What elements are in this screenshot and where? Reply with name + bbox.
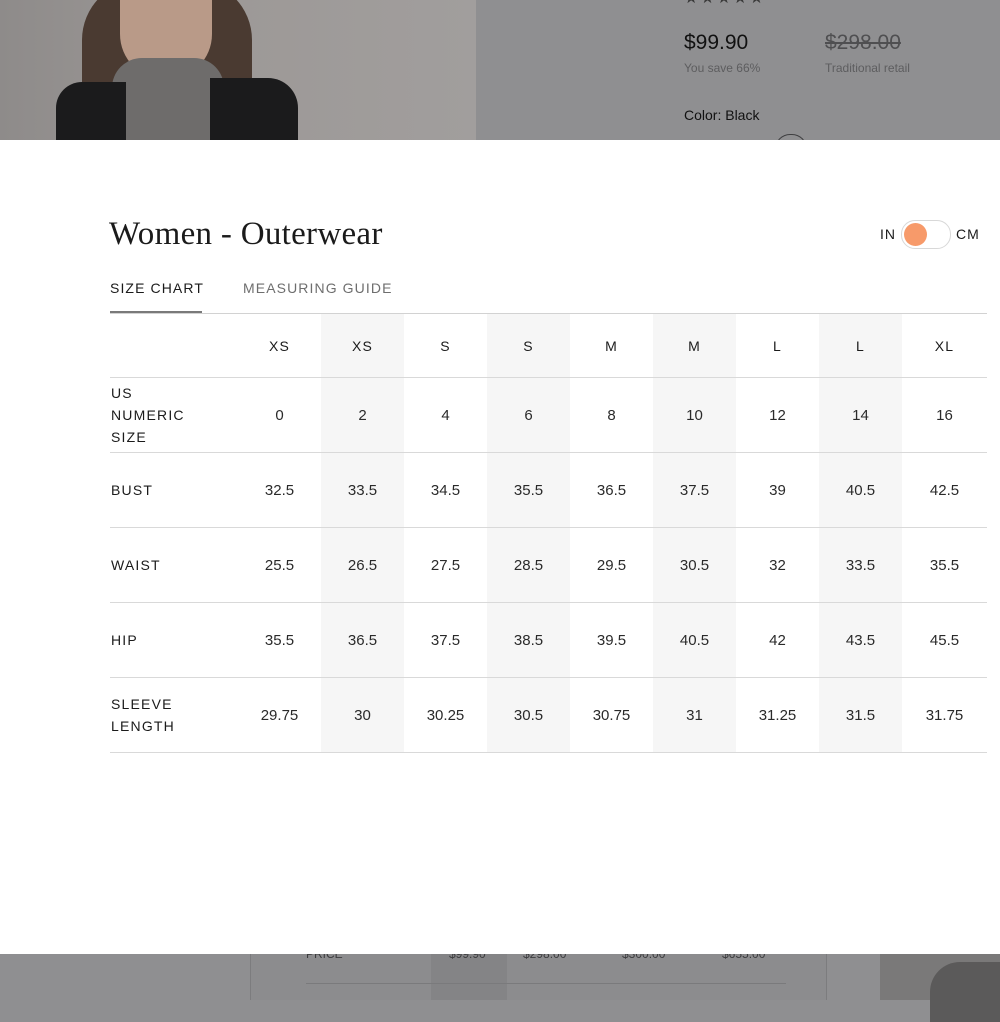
table-cell: 30: [321, 677, 404, 753]
table-row: BUST 32.5 33.5 34.5 35.5 36.5 37.5 39 40…: [110, 452, 987, 528]
header-cell: XL: [902, 313, 987, 378]
header-cell: M: [653, 313, 736, 378]
table-cell: 40.5: [653, 602, 736, 678]
table-cell: 34.5: [404, 452, 487, 528]
unit-in-label[interactable]: IN: [880, 226, 896, 242]
header-cell: [110, 313, 238, 378]
table-cell: 39: [736, 452, 819, 528]
secondary-product-photo: [880, 954, 1000, 1022]
unit-cm-label[interactable]: CM: [956, 226, 980, 242]
table-row: US NUMERIC SIZE 0 2 4 6 8 10 12 14 16: [110, 377, 987, 453]
table-cell: 31.25: [736, 677, 819, 753]
retail-note: Traditional retail: [825, 61, 910, 75]
table-cell: 12: [736, 377, 819, 453]
table-cell: 28.5: [487, 527, 570, 603]
product-price: $99.90: [684, 31, 749, 54]
table-cell: 6: [487, 377, 570, 453]
table-row: HIP 35.5 36.5 37.5 38.5 39.5 40.5 42 43.…: [110, 602, 987, 678]
row-label: SLEEVE LENGTH: [110, 677, 238, 753]
price-comparison-table: PRICE $99.90 $298.00 $300.00 $655.00: [250, 947, 827, 1000]
savings-note: You save 66%: [684, 61, 761, 75]
table-cell: 27.5: [404, 527, 487, 603]
header-cell: L: [736, 313, 819, 378]
row-label: HIP: [110, 602, 238, 678]
table-cell: 30.75: [570, 677, 653, 753]
header-cell: XS: [321, 313, 404, 378]
table-cell: 14: [819, 377, 902, 453]
table-cell: 29.75: [238, 677, 321, 753]
table-cell: 30.25: [404, 677, 487, 753]
table-cell: 2: [321, 377, 404, 453]
size-header-row: XS XS S S M M L L XL: [110, 313, 987, 378]
tab-measuring-guide[interactable]: MEASURING GUIDE: [243, 280, 393, 296]
table-cell: 40.5: [819, 452, 902, 528]
rating-stars-icon: ★★★★★: [684, 0, 766, 8]
table-cell: 37.5: [653, 452, 736, 528]
table-cell: 16: [902, 377, 987, 453]
table-row: SLEEVE LENGTH 29.75 30 30.25 30.5 30.75 …: [110, 677, 987, 753]
table-row: WAIST 25.5 26.5 27.5 28.5 29.5 30.5 32 3…: [110, 527, 987, 603]
header-cell: S: [487, 313, 570, 378]
table-cell: 43.5: [819, 602, 902, 678]
table-cell: 30.5: [653, 527, 736, 603]
table-cell: 42.5: [902, 452, 987, 528]
table-cell: 35.5: [902, 527, 987, 603]
table-cell: 26.5: [321, 527, 404, 603]
table-cell: 39.5: [570, 602, 653, 678]
tab-size-chart[interactable]: SIZE CHART: [110, 280, 204, 296]
unit-switch[interactable]: [901, 220, 951, 249]
table-cell: 32: [736, 527, 819, 603]
modal-title: Women - Outerwear: [109, 216, 383, 252]
row-label: BUST: [110, 452, 238, 528]
table-cell: 4: [404, 377, 487, 453]
size-chart-table: XS XS S S M M L L XL US NUMERIC SIZE 0 2…: [110, 313, 987, 753]
table-cell: 38.5: [487, 602, 570, 678]
switch-knob: [904, 223, 927, 246]
table-cell: 42: [736, 602, 819, 678]
table-cell: 0: [238, 377, 321, 453]
table-cell: 31.5: [819, 677, 902, 753]
table-cell: 29.5: [570, 527, 653, 603]
table-cell: 8: [570, 377, 653, 453]
color-label: Color: Black: [684, 107, 760, 123]
table-cell: 30.5: [487, 677, 570, 753]
table-cell: 31: [653, 677, 736, 753]
header-cell: S: [404, 313, 487, 378]
header-cell: M: [570, 313, 653, 378]
table-cell: 10: [653, 377, 736, 453]
table-cell: 25.5: [238, 527, 321, 603]
product-photo: [0, 0, 476, 140]
row-label: WAIST: [110, 527, 238, 603]
table-cell: 35.5: [238, 602, 321, 678]
table-cell: 32.5: [238, 452, 321, 528]
size-tabs: SIZE CHART MEASURING GUIDE: [110, 276, 987, 313]
table-cell: 36.5: [570, 452, 653, 528]
size-chart-modal: Women - Outerwear IN CM SIZE CHART MEASU…: [0, 140, 1000, 954]
table-cell: 45.5: [902, 602, 987, 678]
row-label: US NUMERIC SIZE: [110, 377, 238, 453]
table-cell: 37.5: [404, 602, 487, 678]
table-cell: 36.5: [321, 602, 404, 678]
table-cell: 33.5: [819, 527, 902, 603]
header-cell: L: [819, 313, 902, 378]
table-cell: 33.5: [321, 452, 404, 528]
retail-price: $298.00: [825, 31, 901, 54]
header-cell: XS: [238, 313, 321, 378]
table-cell: 31.75: [902, 677, 987, 753]
table-cell: 35.5: [487, 452, 570, 528]
unit-toggle: IN CM: [880, 220, 990, 249]
